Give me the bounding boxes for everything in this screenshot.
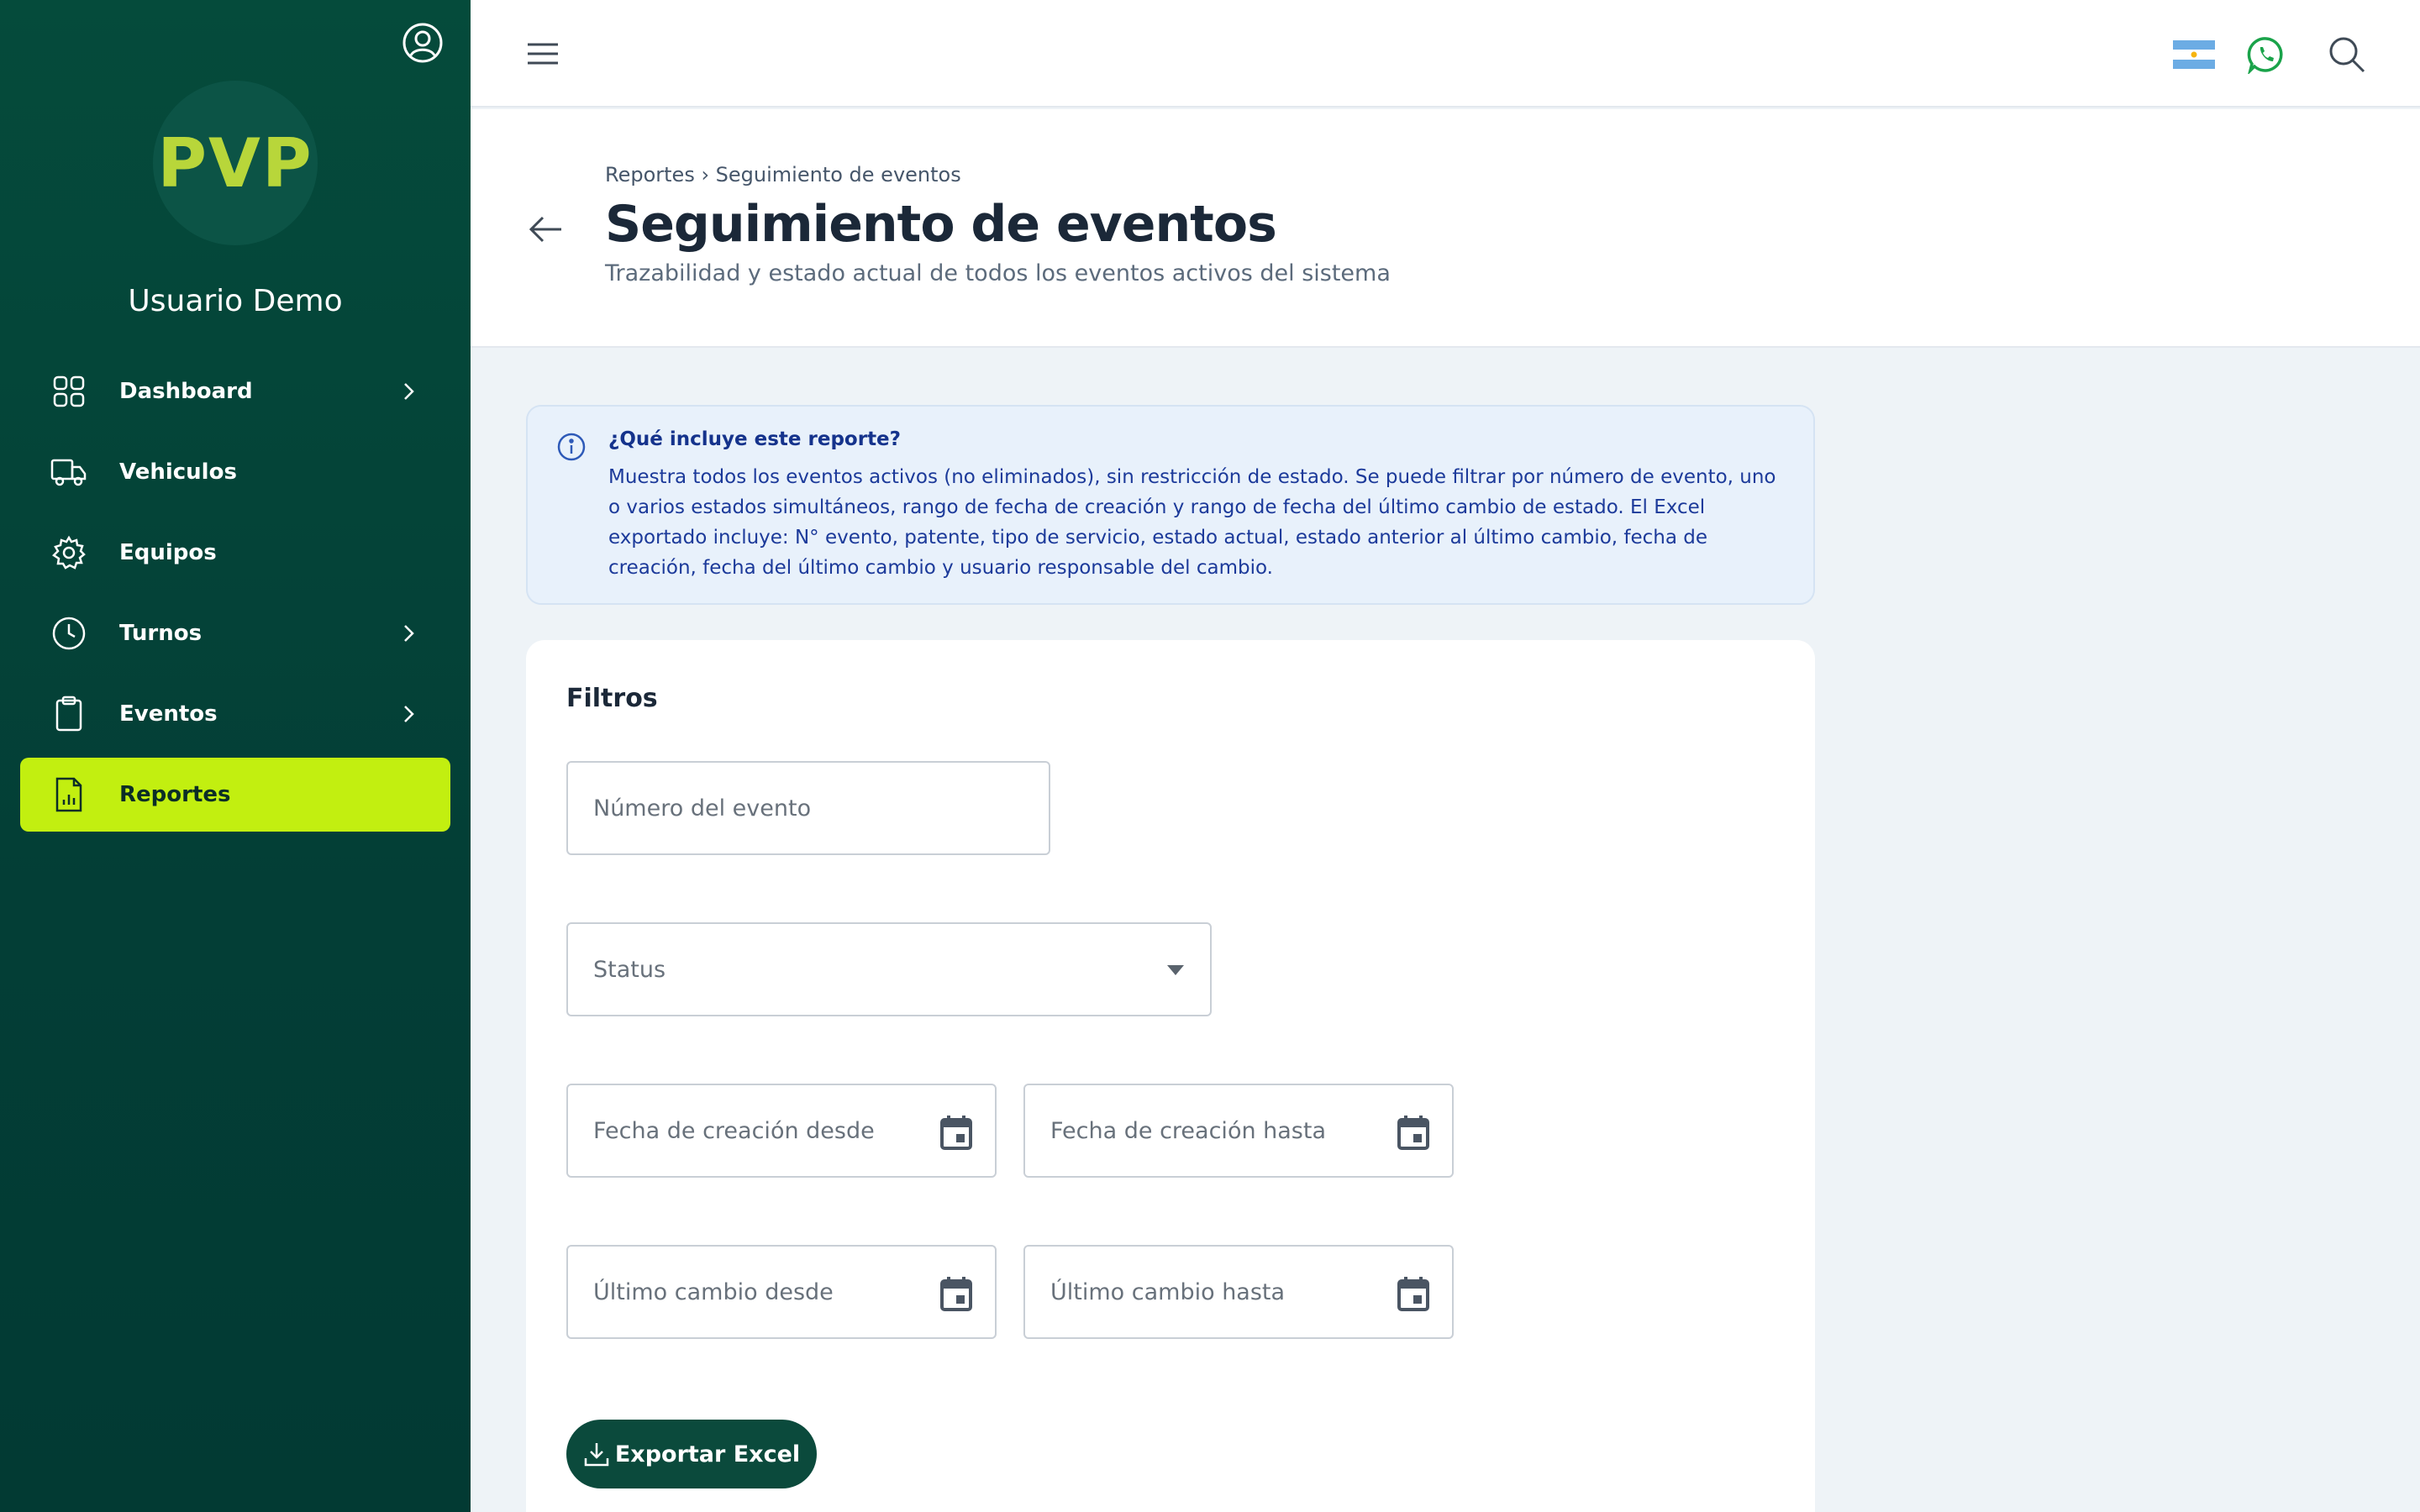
breadcrumb: Reportes › Seguimiento de eventos [605,163,961,186]
calendar-icon[interactable] [939,1114,973,1151]
download-icon [584,1443,609,1467]
info-icon [557,433,586,461]
created-from-placeholder: Fecha de creación desde [593,1117,875,1144]
report-icon [50,776,87,813]
sidebar-item-label: Equipos [119,540,217,565]
brand-logo: PVP [153,81,318,245]
info-body: Muestra todos los eventos activos (no el… [608,466,1776,579]
truck-icon [50,454,87,491]
info-title: ¿Qué incluye este reporte? [608,428,901,450]
sidebar-item-eventos[interactable]: Eventos [20,677,450,751]
caret-down-icon [1167,965,1184,975]
calendar-icon[interactable] [1397,1114,1430,1151]
gear-icon [50,534,87,571]
export-excel-button[interactable]: Exportar Excel [566,1420,817,1488]
clipboard-icon [50,696,87,732]
chevron-right-icon [404,383,414,400]
status-select[interactable]: Status [566,922,1212,1016]
argentina-flag-icon[interactable] [2173,40,2215,69]
sidebar-item-equipos[interactable]: Equipos [20,516,450,590]
changed-from-date-field[interactable]: Último cambio desde [566,1245,997,1339]
event-number-placeholder: Número del evento [593,795,812,822]
sidebar-item-label: Reportes [119,782,231,807]
created-to-placeholder: Fecha de creación hasta [1050,1117,1327,1144]
sidebar-item-reportes[interactable]: Reportes [20,758,450,832]
sidebar-item-label: Dashboard [119,379,253,404]
filters-title: Filtros [566,684,658,713]
export-excel-label: Exportar Excel [614,1441,801,1467]
sidebar-item-vehiculos[interactable]: Vehiculos [20,435,450,509]
whatsapp-icon[interactable] [2247,35,2286,74]
top-bar [471,0,2420,108]
page-subtitle: Trazabilidad y estado actual de todos lo… [605,260,1391,286]
changed-to-placeholder: Último cambio hasta [1050,1278,1286,1305]
back-arrow-icon[interactable] [526,210,565,249]
filters-card: Filtros Número del evento Status Fecha d… [526,640,1815,1512]
calendar-icon[interactable] [939,1275,973,1312]
created-to-date-field[interactable]: Fecha de creación hasta [1023,1084,1454,1178]
changed-to-date-field[interactable]: Último cambio hasta [1023,1245,1454,1339]
report-info-box: ¿Qué incluye este reporte? Muestra todos… [526,405,1815,605]
sidebar: PVP Usuario Demo Dashboard Vehiculos Equ… [0,0,471,1512]
search-icon[interactable] [2328,35,2366,74]
sidebar-username: Usuario Demo [128,284,343,318]
grid-icon [50,373,87,410]
hamburger-menu-icon[interactable] [526,40,560,67]
page-title: Seguimiento de eventos [605,195,1277,254]
chevron-right-icon [404,706,414,722]
event-number-input[interactable]: Número del evento [566,761,1050,855]
created-from-date-field[interactable]: Fecha de creación desde [566,1084,997,1178]
sidebar-item-dashboard[interactable]: Dashboard [20,354,450,428]
sidebar-item-label: Vehiculos [119,459,237,485]
changed-from-placeholder: Último cambio desde [593,1278,834,1305]
calendar-icon[interactable] [1397,1275,1430,1312]
page-header: Reportes › Seguimiento de eventos Seguim… [471,109,2420,348]
sidebar-nav: Dashboard Vehiculos Equipos Turnos Event… [20,354,450,838]
sidebar-item-label: Eventos [119,701,218,727]
logo-text: PVP [157,123,313,202]
sidebar-item-label: Turnos [119,621,203,646]
user-account-icon[interactable] [402,22,444,64]
clock-icon [50,615,87,652]
status-placeholder: Status [593,956,666,983]
sidebar-item-turnos[interactable]: Turnos [20,596,450,670]
chevron-right-icon [404,625,414,642]
